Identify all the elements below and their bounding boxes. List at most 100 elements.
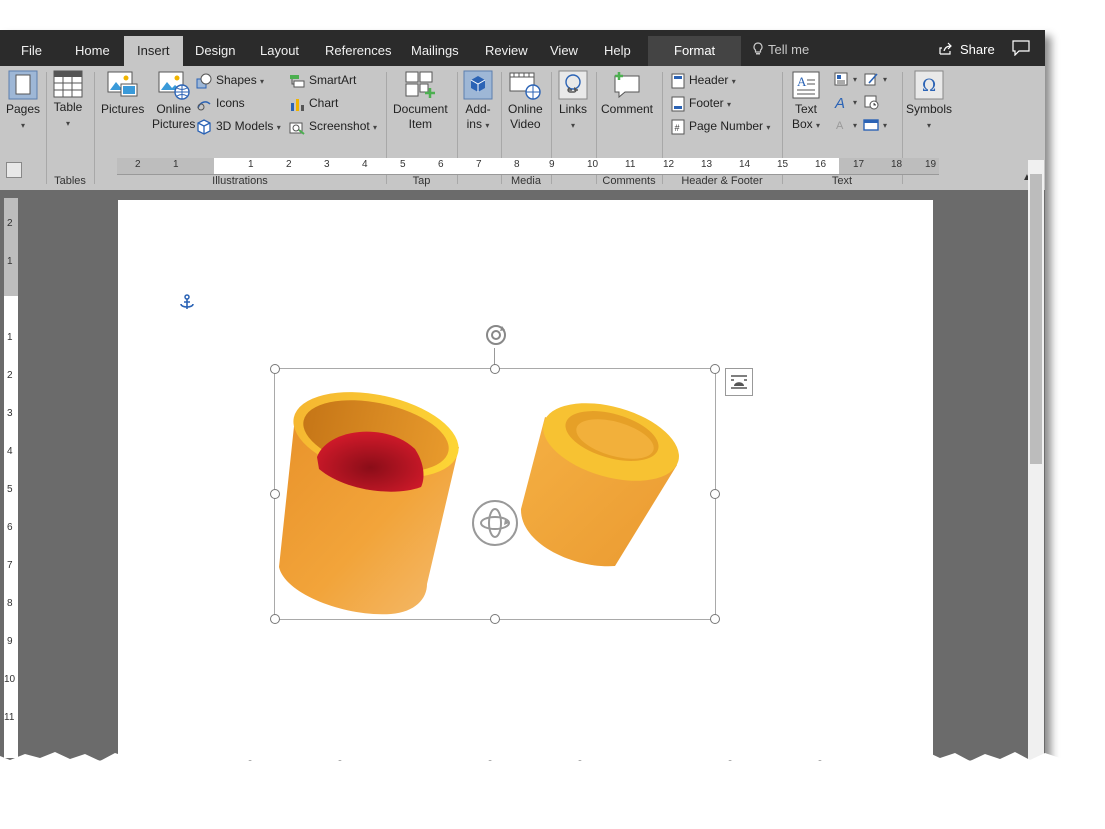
ruler-left-margin: [117, 158, 214, 174]
svg-text:A: A: [797, 74, 807, 89]
online-pictures-icon: [158, 71, 190, 100]
ruler-number: 1: [7, 256, 13, 267]
3d-models-button[interactable]: 3D Models ▾: [196, 116, 281, 136]
text-box-label-1: Text: [794, 102, 817, 116]
layout-options-button[interactable]: [725, 368, 753, 396]
torn-edge-top: [0, 0, 1105, 27]
svg-text:#: #: [675, 123, 680, 133]
table-label: Table: [53, 100, 83, 114]
ruler-number: 3: [7, 408, 13, 419]
resize-handle-bottom-right[interactable]: [710, 614, 720, 624]
resize-handle-bottom[interactable]: [490, 614, 500, 624]
shapes-button[interactable]: Shapes ▾: [196, 70, 264, 90]
omega-icon: Ω: [914, 70, 944, 100]
ruler-number: 4: [7, 446, 13, 457]
resize-handle-left[interactable]: [270, 489, 280, 499]
online-pictures-label-1: Online: [156, 102, 192, 116]
svg-text:A: A: [834, 95, 845, 110]
shapes-label: Shapes: [216, 73, 257, 87]
icons-icon: [197, 101, 211, 111]
document-page[interactable]: [118, 200, 933, 760]
resize-handle-top-left[interactable]: [270, 364, 280, 374]
group-label-media: Media: [511, 175, 541, 187]
drop-cap-icon[interactable]: A ▾: [833, 114, 857, 134]
footer-icon: [671, 96, 685, 112]
chart-icon: [291, 98, 304, 111]
tab-selector[interactable]: [6, 162, 22, 178]
text-box-button[interactable]: A Text Box ▾: [791, 70, 821, 133]
smartart-button[interactable]: SmartArt: [289, 70, 356, 90]
online-video-label-1: Online: [508, 102, 543, 116]
svg-text:A: A: [836, 120, 844, 132]
quick-parts-icon[interactable]: ▾: [833, 68, 857, 88]
scrollbar-thumb[interactable]: [1030, 174, 1042, 464]
online-video-button[interactable]: Online Video: [508, 70, 543, 132]
table-button[interactable]: Table ▾: [53, 70, 83, 131]
comment-button[interactable]: Comment: [601, 70, 653, 117]
online-video-icon: [509, 72, 542, 100]
links-button[interactable]: Links ▾: [558, 70, 588, 133]
footer-button[interactable]: Footer ▾: [671, 93, 731, 113]
ruler-number: 8: [7, 598, 13, 609]
header-button[interactable]: Header ▾: [671, 70, 736, 90]
vertical-scrollbar[interactable]: [1028, 160, 1044, 760]
footer-label: Footer: [689, 96, 724, 110]
pages-button[interactable]: Pages ▾: [6, 70, 40, 133]
ruler-number: 1: [7, 332, 13, 343]
resize-handle-top[interactable]: [490, 364, 500, 374]
chart-button[interactable]: Chart: [289, 93, 338, 113]
page-number-button[interactable]: # Page Number ▾: [671, 116, 770, 136]
object-icon[interactable]: ▾: [863, 114, 887, 134]
screenshot-icon: [289, 122, 305, 135]
ruler-number: 19: [925, 159, 937, 170]
3d-model-cylinders[interactable]: [275, 369, 715, 619]
resize-handle-right[interactable]: [710, 489, 720, 499]
resize-handle-top-right[interactable]: [710, 364, 720, 374]
signature-line-icon[interactable]: ▾: [863, 68, 887, 88]
3d-rotate-control-icon[interactable]: [471, 499, 519, 552]
document-item-button[interactable]: Document Item: [393, 70, 448, 132]
pictures-icon: [107, 71, 138, 97]
ruler-number: 5: [7, 484, 13, 495]
torn-edge-bottom: [0, 750, 1105, 829]
symbols-label: Symbols: [906, 102, 953, 116]
ruler-number: 13: [701, 159, 713, 170]
ruler-number: 6: [438, 159, 444, 170]
group-label-tap: Tap: [412, 175, 431, 187]
date-time-icon[interactable]: [863, 91, 883, 111]
ruler-number: 9: [549, 159, 555, 170]
ruler-number: 7: [7, 560, 13, 571]
screenshot-button[interactable]: Screenshot ▾: [289, 116, 377, 136]
layout-options-icon: [731, 375, 747, 389]
icons-label: Icons: [216, 96, 245, 110]
group-label-header-footer: Header & Footer: [681, 175, 763, 187]
horizontal-ruler[interactable]: 2 1 1 2 3 4 5 6 7 8 9 10 11 12 13 14 15 …: [117, 158, 939, 175]
add-ins-label-1: Add-: [465, 102, 491, 116]
ruler-number: 1: [248, 159, 254, 170]
icons-button[interactable]: Icons: [196, 93, 245, 113]
vertical-ruler[interactable]: 2 1 1 2 3 4 5 6 7 8 9 10 11: [4, 198, 18, 758]
document-item-label-2: Item: [408, 117, 433, 131]
resize-handle-bottom-left[interactable]: [270, 614, 280, 624]
group-label-comments: Comments: [602, 175, 656, 187]
online-pictures-button[interactable]: Online Pictures: [152, 70, 195, 132]
chart-label: Chart: [309, 96, 339, 110]
ruler-number: 10: [4, 674, 16, 685]
pictures-button[interactable]: Pictures: [101, 70, 144, 117]
smartart-icon: [290, 74, 305, 88]
ruler-number: 1: [173, 159, 179, 170]
pages-label: Pages: [6, 102, 41, 116]
ruler-number: 8: [514, 159, 520, 170]
ruler-number: 11: [625, 159, 636, 170]
add-ins-icon: [463, 70, 493, 100]
cube-icon: [197, 119, 211, 135]
symbols-button[interactable]: Ω Symbols ▾: [906, 70, 952, 133]
ruler-number: 2: [135, 159, 141, 170]
wordart-icon[interactable]: A ▾: [833, 91, 857, 112]
online-video-label-2: Video: [510, 117, 541, 131]
group-tables: Table ▾ Tables: [47, 66, 93, 190]
rotate-handle-icon[interactable]: [483, 322, 509, 353]
add-ins-button[interactable]: Add-ins ▾: [463, 70, 493, 133]
ruler-number: 2: [286, 159, 292, 170]
online-pictures-label-2: Pictures: [152, 117, 196, 131]
